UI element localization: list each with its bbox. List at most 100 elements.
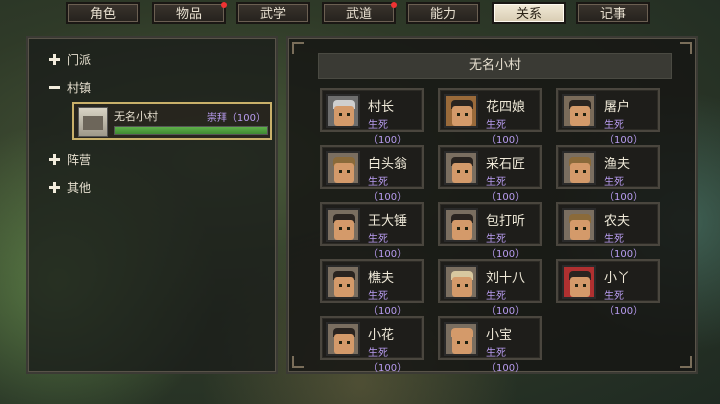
tree-item-sect[interactable]: 门派 bbox=[48, 50, 91, 68]
npc-card[interactable]: 小宝 生死（100） bbox=[438, 316, 542, 374]
npc-name: 包打听 bbox=[486, 214, 526, 229]
portrait-face bbox=[570, 277, 590, 297]
npc-name: 刘十八 bbox=[486, 271, 526, 286]
tree-label: 村镇 bbox=[67, 80, 92, 95]
portrait-face bbox=[570, 106, 590, 126]
tab-martial-way[interactable]: 武道 bbox=[322, 2, 397, 24]
portrait-face bbox=[334, 220, 354, 240]
npc-card[interactable]: 白头翁生死（100） bbox=[320, 145, 424, 203]
npc-name: 小宝 bbox=[486, 328, 513, 343]
expand-plus-icon bbox=[48, 181, 61, 194]
npc-name: 屠户 bbox=[604, 100, 631, 115]
village-chief-portrait-icon bbox=[326, 94, 360, 128]
npc-card[interactable]: 刘十八生死（100） bbox=[438, 259, 542, 317]
npc-card[interactable]: 樵夫 生死（100） bbox=[320, 259, 424, 317]
npc-name: 村长 bbox=[368, 100, 395, 115]
npc-relation: 生死（100） bbox=[368, 177, 408, 203]
tab-relations[interactable]: 关系 bbox=[492, 2, 566, 24]
portrait-eye bbox=[583, 227, 586, 230]
portrait-face bbox=[570, 220, 590, 240]
notification-dot-icon bbox=[391, 2, 397, 8]
tab-items[interactable]: 物品 bbox=[152, 2, 227, 24]
npc-relation: 生死（100） bbox=[604, 291, 644, 317]
corner-ornament bbox=[680, 42, 692, 54]
npc-relation: 生死（100） bbox=[604, 234, 644, 260]
hua-siniang-portrait-icon bbox=[444, 94, 478, 128]
tab-martial-arts[interactable]: 武学 bbox=[236, 2, 310, 24]
old-man-portrait-icon bbox=[326, 151, 360, 185]
npc-card[interactable]: 采石匠 生死（100） bbox=[438, 145, 542, 203]
npc-relation: 生死（100） bbox=[486, 234, 526, 260]
portrait-eye bbox=[347, 170, 350, 173]
notification-dot-icon bbox=[221, 2, 227, 8]
category-tree-panel: 门派 村镇 无名小村 崇拜（100） 阵营 其他 bbox=[26, 36, 278, 374]
npc-name: 农夫 bbox=[604, 214, 631, 229]
npc-card[interactable]: 小花生死（100） bbox=[320, 316, 424, 374]
portrait-eye bbox=[457, 170, 460, 173]
npc-name: 花四娘 bbox=[486, 100, 526, 115]
tab-character[interactable]: 角色 bbox=[66, 2, 140, 24]
wang-dachui-portrait-icon bbox=[326, 208, 360, 242]
portrait-eye bbox=[465, 170, 468, 173]
xiaoya-portrait-icon bbox=[562, 265, 596, 299]
fisherman-portrait-icon bbox=[562, 151, 596, 185]
portrait-eye bbox=[457, 284, 460, 287]
tab-label: 关系 bbox=[515, 7, 542, 22]
portrait-eye bbox=[575, 113, 578, 116]
portrait-eye bbox=[339, 341, 342, 344]
npc-name: 采石匠 bbox=[486, 157, 526, 172]
portrait-eye bbox=[339, 113, 342, 116]
npc-name: 白头翁 bbox=[368, 157, 408, 172]
npc-relation: 生死（100） bbox=[368, 291, 408, 317]
village-relation: 崇拜（100） bbox=[206, 113, 266, 124]
woodcutter-portrait-icon bbox=[326, 265, 360, 299]
npc-card[interactable]: 村长 生死（100） bbox=[320, 88, 424, 146]
portrait-eye bbox=[583, 284, 586, 287]
portrait-eye bbox=[583, 113, 586, 116]
portrait-eye bbox=[347, 341, 350, 344]
portrait-eye bbox=[575, 170, 578, 173]
npc-relation: 生死（100） bbox=[368, 348, 408, 374]
npc-card[interactable]: 王大锤生死（100） bbox=[320, 202, 424, 260]
portrait-face bbox=[452, 334, 472, 354]
portrait-eye bbox=[465, 284, 468, 287]
village-house-icon bbox=[78, 107, 108, 137]
tab-bar: 角色 物品 武学 武道 能力 关系 记事 bbox=[0, 0, 720, 26]
corner-ornament bbox=[680, 356, 692, 368]
xiaobao-portrait-icon bbox=[444, 322, 478, 356]
portrait-eye bbox=[457, 341, 460, 344]
tab-label: 武道 bbox=[345, 7, 372, 22]
portrait-face bbox=[334, 277, 354, 297]
portrait-eye bbox=[339, 227, 342, 230]
tab-abilities[interactable]: 能力 bbox=[406, 2, 480, 24]
portrait-face bbox=[334, 334, 354, 354]
tree-label: 门派 bbox=[67, 52, 92, 67]
npc-relation: 生死（100） bbox=[368, 234, 408, 260]
tree-item-other[interactable]: 其他 bbox=[48, 178, 91, 196]
npc-card[interactable]: 小丫生死（100） bbox=[556, 259, 660, 317]
npc-card[interactable]: 花四娘 生死（100） bbox=[438, 88, 542, 146]
npc-name: 小花 bbox=[368, 328, 395, 343]
npc-card[interactable]: 农夫生死（100） bbox=[556, 202, 660, 260]
portrait-face bbox=[334, 106, 354, 126]
tree-item-faction[interactable]: 阵营 bbox=[48, 150, 91, 168]
npc-card[interactable]: 渔夫 生死（100） bbox=[556, 145, 660, 203]
portrait-face bbox=[452, 106, 472, 126]
tree-item-village[interactable]: 村镇 bbox=[48, 78, 91, 96]
npc-card[interactable]: 包打听生死（100） bbox=[438, 202, 542, 260]
farmer-portrait-icon bbox=[562, 208, 596, 242]
npc-relation: 生死（100） bbox=[486, 291, 526, 317]
npc-name: 王大锤 bbox=[368, 214, 408, 229]
expand-plus-icon bbox=[48, 153, 61, 166]
portrait-face bbox=[334, 163, 354, 183]
relation-progress-fill bbox=[115, 127, 267, 134]
tab-journal[interactable]: 记事 bbox=[576, 2, 650, 24]
stonemason-portrait-icon bbox=[444, 151, 478, 185]
npc-name: 小丫 bbox=[604, 271, 631, 286]
npc-card[interactable]: 屠户 生死（100） bbox=[556, 88, 660, 146]
collapse-minus-icon bbox=[48, 81, 61, 94]
portrait-eye bbox=[465, 227, 468, 230]
village-entry-card[interactable]: 无名小村 崇拜（100） bbox=[72, 102, 272, 140]
portrait-eye bbox=[583, 170, 586, 173]
village-name: 无名小村 bbox=[114, 110, 158, 123]
